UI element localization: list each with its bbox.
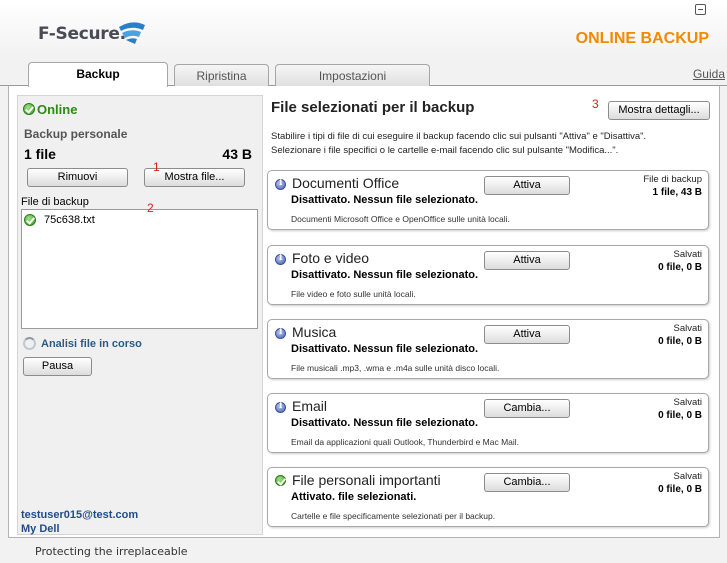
left-pane: Online Backup personale 1 file 43 B Rimu… <box>17 95 263 535</box>
analyzing-label: Analisi file in corso <box>41 338 142 350</box>
pause-button[interactable]: Pausa <box>23 357 92 376</box>
category-card-music: Musica Disattivato. Nessun file selezion… <box>267 319 709 379</box>
info-icon <box>275 327 286 339</box>
tab-backup-label: Backup <box>76 67 120 81</box>
activate-button[interactable]: Attiva <box>484 251 570 270</box>
show-details-button[interactable]: Mostra dettagli... <box>608 101 710 120</box>
category-title: Musica <box>292 324 337 340</box>
page-title: File selezionati per il backup <box>271 99 475 116</box>
remove-button[interactable]: Rimuovi <box>27 168 128 187</box>
tab-backup[interactable]: Backup <box>28 62 168 87</box>
category-summary-value: 0 file, 0 B <box>658 336 702 347</box>
category-description: Documenti Microsoft Office e OpenOffice … <box>291 214 510 224</box>
tab-ripristina[interactable]: Ripristina <box>174 64 269 87</box>
my-dell-link[interactable]: My Dell <box>21 523 60 535</box>
change-button[interactable]: Cambia... <box>484 473 570 492</box>
tab-bar: Backup Ripristina Impostazioni Guida <box>0 62 727 87</box>
annotation-marker-1: 1 <box>153 160 160 174</box>
category-card-email: Email Disattivato. Nessun file seleziona… <box>267 393 709 453</box>
f-secure-logo-icon <box>119 22 145 44</box>
file-size: 43 B <box>222 146 252 162</box>
tagline: Protecting the irreplaceable <box>35 545 188 558</box>
info-icon <box>275 178 286 190</box>
file-list[interactable]: 75c638.txt <box>21 209 258 329</box>
category-title: File personali importanti <box>292 472 441 488</box>
footer: Protecting the irreplaceable <box>0 540 727 563</box>
category-description: Cartelle e file specificamente seleziona… <box>291 511 496 521</box>
file-list-label: File di backup <box>21 196 89 208</box>
category-summary-label: Salvati <box>673 323 702 334</box>
category-summary-label: Salvati <box>673 471 702 482</box>
file-name: 75c638.txt <box>44 214 95 226</box>
info-icon <box>275 253 286 265</box>
online-status-label: Online <box>37 102 78 117</box>
guide-link[interactable]: Guida <box>693 67 725 81</box>
change-button[interactable]: Cambia... <box>484 399 570 418</box>
category-status: Disattivato. Nessun file selezionato. <box>291 343 479 355</box>
tab-impostazioni-label: Impostazioni <box>318 69 387 83</box>
user-email-link[interactable]: testuser015@test.com <box>21 509 138 521</box>
minimize-icon[interactable] <box>695 4 706 15</box>
category-status: Disattivato. Nessun file selezionato. <box>291 269 479 281</box>
category-description: File musicali .mp3, .wma e .m4a sulle un… <box>291 363 500 373</box>
category-summary-value: 0 file, 0 B <box>658 484 702 495</box>
activate-button[interactable]: Attiva <box>484 325 570 344</box>
description-line-1: Stabilire i tipi di file di cui eseguire… <box>271 131 647 142</box>
app-header: F-Secure. ONLINE BACKUP <box>0 0 727 62</box>
file-count: 1 file <box>24 146 56 162</box>
category-summary-value: 0 file, 0 B <box>658 262 702 273</box>
category-summary-label: File di backup <box>643 174 702 185</box>
category-summary-value: 1 file, 43 B <box>652 187 702 198</box>
category-status: Attivato. file selezionati. <box>291 491 417 503</box>
category-title: Email <box>292 398 328 414</box>
spinner-icon <box>23 337 36 350</box>
online-status-icon <box>23 103 35 115</box>
activate-button[interactable]: Attiva <box>484 176 570 195</box>
category-description: Email da applicazioni quali Outlook, Thu… <box>291 437 520 447</box>
annotation-marker-2: 2 <box>147 201 154 215</box>
category-description: File video e foto sulle unità locali. <box>291 289 416 299</box>
category-title: Foto e video <box>292 250 370 266</box>
category-card-personal-files: File personali importanti Attivato. file… <box>267 467 709 527</box>
category-card-photo-video: Foto e video Disattivato. Nessun file se… <box>267 245 709 305</box>
category-summary-value: 0 file, 0 B <box>658 410 702 421</box>
category-summary-label: Salvati <box>673 397 702 408</box>
category-card-office: Documenti Office Disattivato. Nessun fil… <box>267 170 709 230</box>
f-secure-logo-text: F-Secure. <box>38 24 126 44</box>
category-summary-label: Salvati <box>673 249 702 260</box>
tab-ripristina-label: Ripristina <box>196 69 247 83</box>
check-icon <box>275 475 286 486</box>
description-line-2: Selezionare i file specifici o le cartel… <box>271 145 619 156</box>
category-status: Disattivato. Nessun file selezionato. <box>291 417 479 429</box>
category-status: Disattivato. Nessun file selezionato. <box>291 194 479 206</box>
annotation-marker-3: 3 <box>592 97 599 111</box>
category-title: Documenti Office <box>292 175 400 191</box>
tab-impostazioni[interactable]: Impostazioni <box>275 64 430 87</box>
backup-title: Backup personale <box>24 127 128 141</box>
check-icon <box>24 214 36 226</box>
product-title: ONLINE BACKUP <box>575 30 709 47</box>
info-icon <box>275 401 286 413</box>
